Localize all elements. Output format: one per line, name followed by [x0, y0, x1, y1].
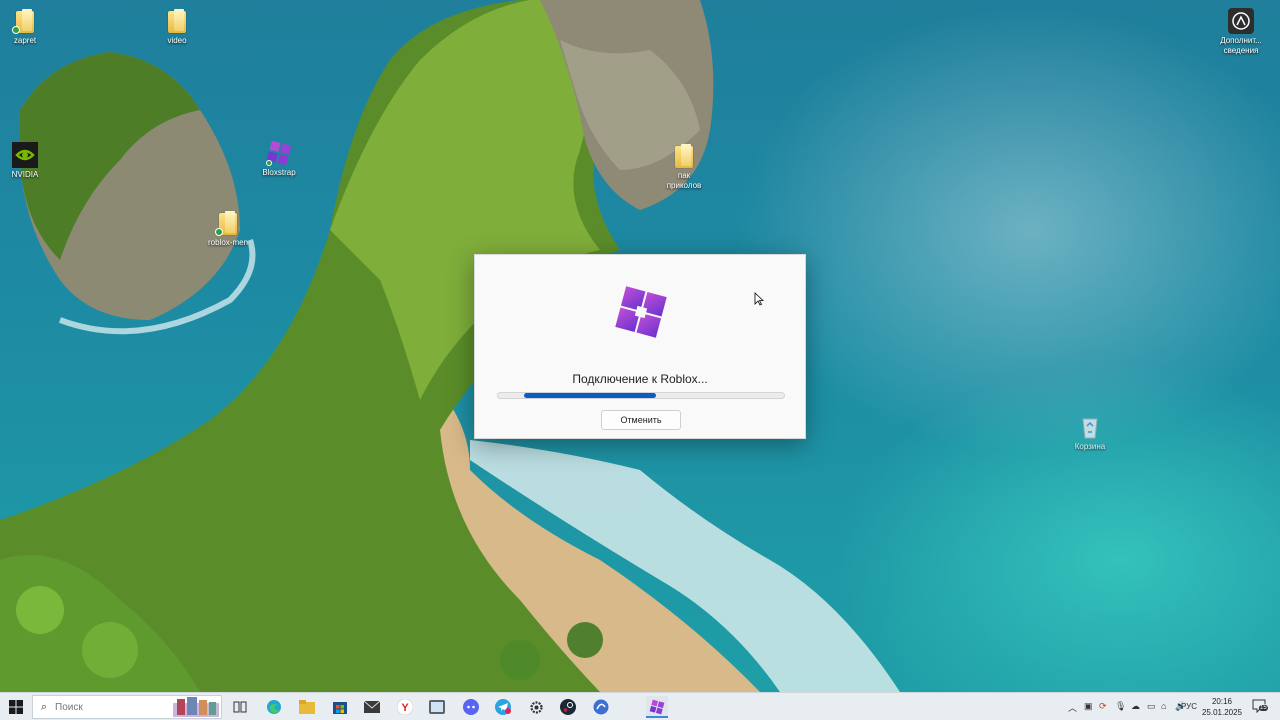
taskbar-app-steam[interactable] [557, 696, 579, 718]
tray-app-icon[interactable]: ▣ [1084, 701, 1093, 712]
yandex-icon: Y [397, 699, 413, 715]
file-explorer-icon [299, 700, 315, 714]
taskbar-app-telegram[interactable] [492, 696, 514, 718]
mail-icon [364, 701, 380, 713]
progress-bar [497, 392, 785, 399]
gear-icon [529, 700, 543, 714]
taskbar-search[interactable]: ⌕ [32, 695, 222, 719]
tablet-icon [429, 700, 445, 714]
active-app-indicator [646, 716, 668, 718]
search-highlight-image [173, 697, 219, 717]
nvidia-icon [12, 142, 38, 168]
taskbar-app-store[interactable] [329, 696, 351, 718]
task-view-icon [233, 701, 247, 713]
mouse-cursor-icon [754, 292, 764, 306]
microphone-icon[interactable]: 🎙 [1115, 701, 1126, 712]
taskbar-app-bloxstrap[interactable] [646, 696, 668, 718]
tray-onedrive-icon[interactable]: ☁ [1131, 701, 1140, 712]
store-icon [333, 702, 347, 714]
desktop-icon-label: NVIDIA [11, 170, 39, 179]
desktop-icon-roblox-men[interactable]: roblox-men [196, 210, 260, 248]
bloxstrap-icon [649, 699, 665, 715]
task-view-button[interactable] [229, 696, 251, 718]
network-icon[interactable]: ⌂ [1161, 701, 1166, 711]
desktop-icon-label: Bloxstrap [262, 168, 296, 177]
taskbar-app-file-explorer[interactable] [296, 696, 318, 718]
desktop-icon-label: Корзина [1074, 442, 1106, 451]
tray-overflow-icon[interactable]: ︿ [1068, 701, 1077, 714]
desktop-icon-recycle-bin[interactable]: Корзина [1058, 414, 1122, 452]
clock-date: 25.01.2025 [1201, 708, 1243, 717]
progress-bar-fill [524, 393, 656, 398]
bloxstrap-dialog: Подключение к Roblox... Отменить [474, 254, 806, 439]
clock[interactable]: 20:16 25.01.2025 [1198, 696, 1246, 718]
cancel-button[interactable]: Отменить [601, 410, 681, 430]
browser-icon [593, 699, 609, 715]
desktop-icon-label: zapret [13, 36, 37, 45]
tray-update-icon[interactable]: ⟳ [1099, 701, 1107, 712]
desktop-icon-label: Дополнит... сведения [1220, 36, 1262, 55]
desktop-icon-bloxstrap[interactable]: Bloxstrap [247, 140, 311, 178]
taskbar-app-yandex[interactable]: Y [394, 696, 416, 718]
desktop-icon-more-info[interactable]: Дополнит... сведения [1209, 8, 1273, 56]
bloxstrap-icon [266, 140, 292, 166]
notification-count-badge: 15 [1259, 705, 1268, 711]
taskbar: ⌕ Y ︿ ▣ ⟳ 🎙 ☁ [0, 692, 1280, 720]
start-button[interactable] [5, 696, 27, 718]
folder-icon [215, 210, 241, 236]
taskbar-app-tablet[interactable] [426, 696, 448, 718]
recycle-bin-icon [1077, 414, 1103, 440]
clock-time: 20:16 [1211, 697, 1233, 706]
folder-icon [12, 8, 38, 34]
desktop-icon-label: video [167, 36, 187, 45]
desktop-icon-pak-prikolov[interactable]: пак приколов [652, 143, 716, 191]
search-icon: ⌕ [40, 700, 48, 713]
discord-icon [463, 699, 479, 715]
dialog-status-text: Подключение к Roblox... [572, 372, 708, 386]
steam-icon [560, 699, 576, 715]
desktop-icon-label: roblox-men [207, 238, 248, 247]
taskbar-app-browser[interactable] [590, 696, 612, 718]
edge-icon [267, 700, 281, 714]
desktop-icon-video[interactable]: video [145, 8, 209, 46]
battery-icon[interactable]: ▭ [1147, 701, 1156, 712]
taskbar-app-mail[interactable] [361, 696, 383, 718]
info-icon [1228, 8, 1254, 34]
folder-icon [164, 8, 190, 34]
telegram-icon [495, 699, 511, 715]
taskbar-app-settings[interactable] [525, 696, 547, 718]
search-input[interactable] [55, 701, 165, 713]
windows-icon [9, 700, 23, 714]
folder-icon [671, 143, 697, 169]
desktop-icon-label: пак приколов [666, 171, 702, 190]
svg-text:Y: Y [401, 702, 409, 714]
notification-center-button[interactable]: 15 [1252, 699, 1268, 714]
language-indicator[interactable]: РУС [1181, 702, 1197, 711]
bloxstrap-logo-icon [615, 286, 667, 338]
taskbar-app-edge[interactable] [263, 696, 285, 718]
taskbar-app-discord[interactable] [460, 696, 482, 718]
desktop-icon-zapret[interactable]: zapret [0, 8, 57, 46]
desktop-icon-nvidia[interactable]: NVIDIA [0, 142, 57, 180]
